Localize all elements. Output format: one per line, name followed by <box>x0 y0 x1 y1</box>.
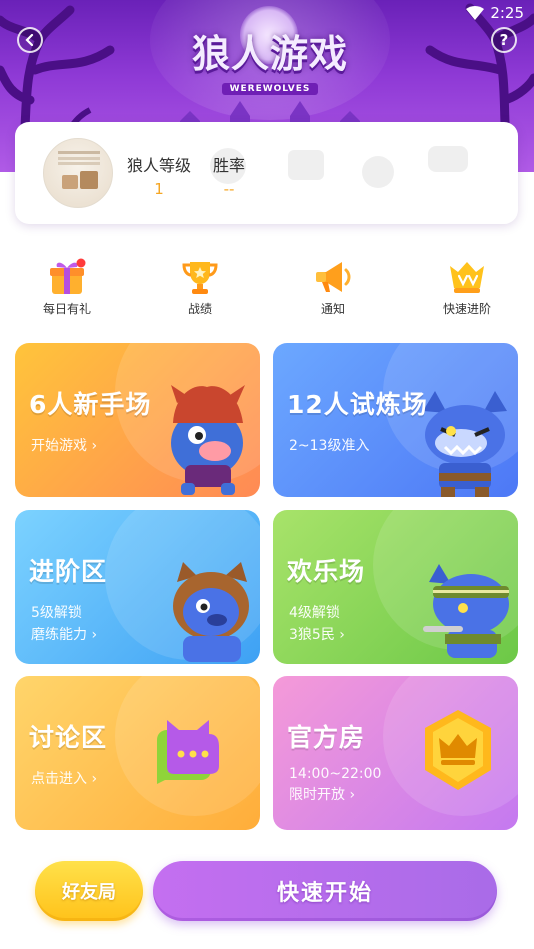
quick-label-fast-advance: 快速进阶 <box>442 302 491 316</box>
mode-title: 官方房 <box>287 723 366 752</box>
question-icon: ? <box>499 31 509 49</box>
trophy-icon <box>182 262 218 294</box>
mode-line-1: 2~13级准入 <box>289 438 370 454</box>
avatar[interactable] <box>43 138 113 208</box>
winrate-value: -- <box>223 180 235 198</box>
winrate-label: 胜率 <box>212 156 245 175</box>
mode-card-novice[interactable]: 6人新手场 开始游戏 › <box>15 343 260 497</box>
winrate-stat: 胜率 -- <box>211 152 247 198</box>
quick-item-fast-advance[interactable]: 快速进阶 <box>422 258 512 317</box>
help-button[interactable]: ? <box>491 27 517 53</box>
mode-card-trial[interactable]: 12人试炼场 2~13级准入 <box>273 343 518 497</box>
quick-item-daily-gift[interactable]: 每日有礼 <box>22 258 112 317</box>
back-button[interactable] <box>17 27 43 53</box>
mode-line-1: 开始游戏 › <box>31 438 98 454</box>
gift-icon <box>50 258 86 294</box>
profile-card: 狼人等级 1 胜率 -- <box>15 122 518 224</box>
mode-card-official[interactable]: 官方房 14:00~22:00 限时开放 › <box>273 676 518 830</box>
level-label: 狼人等级 <box>127 156 192 175</box>
mode-title: 6人新手场 <box>29 390 152 419</box>
quick-item-notice[interactable]: 通知 <box>288 258 378 317</box>
mode-line-2: 磨练能力 › <box>31 627 98 643</box>
mode-card-fun[interactable]: 欢乐场 4级解锁 3狼5民 › <box>273 510 518 664</box>
mode-title: 进阶区 <box>29 557 108 586</box>
wifi-icon <box>466 6 485 20</box>
mode-card-advanced[interactable]: 进阶区 5级解锁 磨练能力 › <box>15 510 260 664</box>
level-value: 1 <box>154 180 164 198</box>
chevron-left-icon <box>25 34 34 46</box>
mode-line-1: 14:00~22:00 <box>289 766 382 782</box>
mode-title: 讨论区 <box>29 723 108 752</box>
mode-line-2: 限时开放 › <box>289 787 356 803</box>
quick-label-notice: 通知 <box>320 302 345 316</box>
friend-game-button[interactable]: 好友局 <box>35 861 143 921</box>
werewolf-mascot-bandana <box>423 564 509 658</box>
mode-line-1: 4级解锁 <box>289 605 340 621</box>
megaphone-icon <box>316 262 351 292</box>
werewolf-mascot-orange <box>171 385 245 495</box>
level-up-icon <box>450 262 484 293</box>
chat-bubble-icon <box>157 720 219 784</box>
status-time: 2:25 <box>490 4 524 22</box>
mode-line-1: 5级解锁 <box>31 605 82 621</box>
mode-title: 欢乐场 <box>287 557 366 586</box>
logo-title: 狼人游戏 <box>191 31 348 76</box>
quick-label-record: 战绩 <box>187 302 212 316</box>
quick-label-daily-gift: 每日有礼 <box>42 302 91 316</box>
mode-line-2: 3狼5民 › <box>289 627 345 643</box>
crown-badge-icon <box>425 710 491 790</box>
status-bar: 2:25 <box>466 4 524 22</box>
mode-card-discussion[interactable]: 讨论区 点击进入 › <box>15 676 260 830</box>
werewolf-mascot-bear-hood <box>173 562 249 662</box>
quick-actions: 每日有礼 战绩 通知 快速进阶 <box>0 258 534 322</box>
logo-subtitle: WEREWOLVES <box>221 83 319 95</box>
mode-line-1: 点击进入 › <box>31 771 98 787</box>
level-stat: 狼人等级 1 <box>127 152 191 198</box>
mode-title: 12人试炼场 <box>287 390 428 419</box>
game-logo: 狼人游戏 WEREWOLVES <box>190 32 350 95</box>
quick-start-button[interactable]: 快速开始 <box>153 861 497 921</box>
quick-item-record[interactable]: 战绩 <box>155 258 245 317</box>
